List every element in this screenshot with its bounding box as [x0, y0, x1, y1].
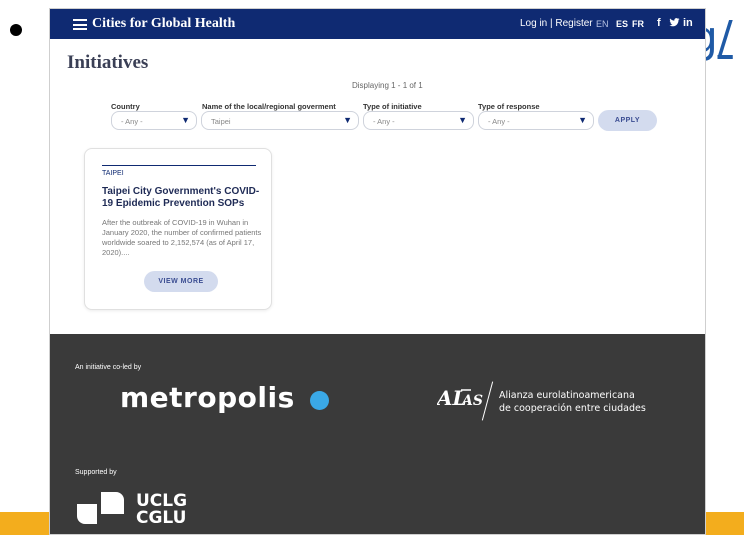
slide-bullet [10, 24, 22, 36]
filter-label-initiative-type: Type of initiative [363, 102, 422, 111]
allas-logo[interactable]: AL AS [435, 384, 485, 415]
language-es[interactable]: ES [616, 19, 628, 29]
allas-tagline-line2: de cooperación entre ciudades [499, 403, 646, 414]
site-footer: An initiative co-led by metropolis AL AS… [50, 334, 705, 534]
filter-label-response-type: Type of response [478, 102, 540, 111]
site-title[interactable]: Cities for Global Health [92, 16, 235, 32]
linkedin-icon[interactable]: in [683, 17, 693, 29]
filter-label-government: Name of the local/regional goverment [202, 102, 336, 111]
results-count: Displaying 1 - 1 of 1 [352, 81, 423, 90]
svg-text:AS: AS [460, 393, 483, 409]
page-title: Initiatives [67, 52, 149, 73]
response-type-select[interactable]: - Any - ▼ [478, 111, 594, 130]
initiative-card[interactable]: TAIPEI Taipei City Government's COVID-19… [84, 148, 272, 310]
co-led-label: An initiative co-led by [75, 364, 142, 371]
card-excerpt: After the outbreak of COVID-19 in Wuhan … [102, 218, 262, 257]
initiative-type-select[interactable]: - Any - ▼ [363, 111, 474, 130]
chevron-down-icon: ▼ [458, 115, 467, 125]
hamburger-menu-icon[interactable] [73, 19, 87, 30]
metropolis-dot-icon [310, 391, 329, 410]
facebook-icon[interactable]: f [657, 17, 661, 29]
card-city-tag: TAIPEI [102, 170, 124, 177]
twitter-icon[interactable] [669, 17, 680, 31]
allas-tagline-line1: Alianza eurolatinoamericana [499, 390, 635, 401]
card-divider [102, 165, 256, 166]
country-select-value: - Any - [121, 117, 143, 126]
chevron-down-icon: ▼ [181, 115, 190, 125]
metropolis-logo[interactable]: metropolis [120, 381, 295, 414]
government-select-value: Taipei [211, 117, 231, 126]
site-header: Cities for Global Health Log in | Regist… [50, 9, 705, 39]
supported-by-label: Supported by [75, 469, 117, 476]
uclg-logo-mark-icon [77, 489, 129, 527]
filter-label-country: Country [111, 102, 140, 111]
language-en[interactable]: EN [596, 19, 609, 29]
language-fr[interactable]: FR [632, 19, 644, 29]
cglu-logo-text[interactable]: CGLU [136, 509, 186, 527]
initiative-type-select-value: - Any - [373, 117, 395, 126]
login-register-link[interactable]: Log in | Register [520, 18, 593, 29]
government-select[interactable]: Taipei ▼ [201, 111, 359, 130]
chevron-down-icon: ▼ [343, 115, 352, 125]
card-title[interactable]: Taipei City Government's COVID-19 Epidem… [102, 186, 262, 210]
country-select[interactable]: - Any - ▼ [111, 111, 197, 130]
view-more-button[interactable]: VIEW MORE [144, 271, 218, 292]
response-type-select-value: - Any - [488, 117, 510, 126]
website-screenshot: Cities for Global Health Log in | Regist… [49, 8, 706, 535]
apply-button[interactable]: APPLY [598, 110, 657, 131]
chevron-down-icon: ▼ [578, 115, 587, 125]
